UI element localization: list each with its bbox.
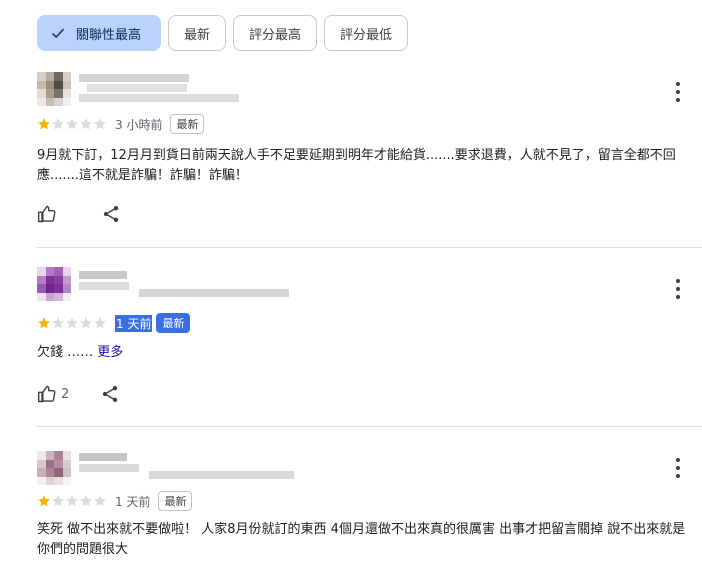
like-count: 2 (61, 386, 70, 402)
filter-chip-highest-rating[interactable]: 評分最高 (233, 15, 318, 51)
review-actions: 2 (37, 384, 120, 404)
sort-filter-bar: 關聯性最高 最新 評分最高 評分最低 (37, 15, 409, 51)
new-badge: 最新 (170, 114, 205, 134)
review-time: 1 天前 (115, 494, 151, 509)
star-rating (37, 494, 107, 508)
review-time: 3 小時前 (115, 117, 163, 132)
review-divider (37, 426, 702, 427)
star-empty-icon (94, 317, 106, 329)
star-empty-icon (80, 118, 92, 130)
review-card: 1 天前 最新 笑死 做不出來就不要做啦！ 人家8月份就訂的東西 4個月還做不出… (37, 447, 702, 576)
filter-chip-label: 最新 (184, 27, 211, 43)
star-empty-icon (52, 118, 64, 130)
star-empty-icon (94, 495, 106, 507)
new-badge: 最新 (158, 491, 193, 511)
thumbs-up-icon (37, 385, 56, 403)
filter-chip-lowest-rating[interactable]: 評分最低 (324, 15, 409, 51)
avatar (37, 72, 71, 106)
star-filled-icon (38, 495, 50, 507)
star-empty-icon (94, 118, 106, 130)
share-icon (103, 386, 118, 402)
reviewer-name-blurred (79, 74, 279, 106)
review-card: 1 天前 最新 欠錢 …… 更多 2 (37, 265, 702, 415)
review-divider (37, 247, 702, 248)
check-icon (51, 28, 65, 39)
avatar (37, 267, 71, 301)
share-button[interactable] (101, 204, 121, 224)
rating-row: 1 天前 最新 (37, 313, 191, 333)
review-text-body: 欠錢 …… (37, 345, 94, 360)
more-link[interactable]: 更多 (97, 345, 123, 360)
review-card: 3 小時前 最新 9月就下訂，12月月到貨日前兩天說人手不足要延期到明年才能給貨… (37, 70, 702, 240)
star-empty-icon (66, 317, 78, 329)
more-options-icon[interactable] (674, 82, 682, 102)
thumbs-up-icon (37, 205, 56, 223)
rating-row: 1 天前 最新 (37, 491, 193, 511)
reviewer-name-blurred (79, 271, 309, 303)
star-empty-icon (52, 317, 64, 329)
review-text: 欠錢 …… 更多 (37, 343, 697, 363)
star-empty-icon (80, 495, 92, 507)
star-filled-icon (38, 317, 50, 329)
star-empty-icon (80, 317, 92, 329)
review-actions (37, 204, 121, 224)
new-badge: 最新 (156, 313, 191, 333)
filter-chip-label: 評分最高 (249, 27, 302, 43)
share-button[interactable] (100, 384, 120, 404)
like-button[interactable]: 2 (37, 384, 69, 404)
more-options-icon[interactable] (674, 458, 682, 478)
star-empty-icon (66, 118, 78, 130)
more-options-icon[interactable] (674, 279, 682, 299)
review-time: 1 天前 (115, 314, 153, 332)
filter-chip-label: 評分最低 (340, 27, 393, 43)
star-empty-icon (66, 495, 78, 507)
share-icon (103, 206, 119, 222)
like-button[interactable] (37, 204, 57, 224)
star-rating (37, 117, 107, 131)
star-empty-icon (52, 495, 64, 507)
rating-row: 3 小時前 最新 (37, 114, 205, 134)
avatar (37, 451, 71, 485)
filter-chip-relevance[interactable]: 關聯性最高 (37, 15, 161, 51)
review-text: 9月就下訂，12月月到貨日前兩天說人手不足要延期到明年才能給貨.......要求… (37, 148, 676, 183)
filter-chip-newest[interactable]: 最新 (168, 15, 227, 51)
star-filled-icon (38, 118, 50, 130)
reviewer-name-blurred (79, 453, 309, 485)
review-text: 笑死 做不出來就不要做啦！ 人家8月份就訂的東西 4個月還做不出來真的很厲害 出… (37, 522, 686, 557)
star-rating (37, 316, 107, 330)
filter-chip-label: 關聯性最高 (76, 27, 142, 43)
